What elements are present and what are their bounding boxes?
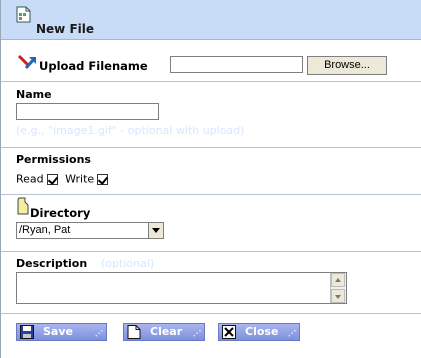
read-label: Read — [16, 172, 44, 186]
upload-arrow-icon — [17, 54, 37, 70]
close-label: Close — [245, 325, 279, 338]
button-bar: Save ⋰ Clear ⋰ Close ⋰ — [1, 314, 421, 358]
close-x-icon — [222, 325, 236, 339]
upload-filename-input[interactable] — [170, 56, 303, 73]
chevron-down-icon[interactable] — [148, 223, 163, 238]
grip-icon: ⋰ — [288, 329, 296, 338]
close-button[interactable]: Close ⋰ — [218, 323, 300, 341]
directory-label: Directory — [30, 206, 91, 220]
write-label: Write — [65, 172, 95, 186]
read-checkbox[interactable] — [46, 173, 58, 185]
upload-filename-label: Upload Filename — [39, 59, 148, 73]
name-label: Name — [16, 88, 52, 101]
name-section: Name (e.g., "image1.gif" - optional with… — [1, 82, 421, 148]
write-checkbox[interactable] — [97, 173, 109, 185]
description-section: Description (optional) — [1, 252, 421, 314]
name-hint: (e.g., "image1.gif" - optional with uplo… — [16, 124, 245, 137]
floppy-disk-icon — [20, 325, 34, 339]
clear-label: Clear — [150, 325, 183, 338]
browse-button[interactable]: Browse... — [307, 56, 387, 75]
grip-icon: ⋰ — [95, 329, 103, 338]
scroll-up-icon[interactable] — [331, 273, 345, 287]
permissions-row: Read Write — [16, 172, 112, 186]
grip-icon: ⋰ — [193, 329, 201, 338]
save-label: Save — [43, 325, 73, 338]
save-button[interactable]: Save ⋰ — [16, 323, 107, 341]
clear-button[interactable]: Clear ⋰ — [123, 323, 205, 341]
permissions-label: Permissions — [16, 153, 91, 166]
description-hint: (optional) — [101, 257, 155, 270]
directory-selected-value: /Ryan, Pat — [19, 224, 71, 236]
scroll-down-icon[interactable] — [331, 289, 345, 303]
permissions-section: Permissions Read Write — [1, 148, 421, 195]
upload-section: Upload Filename Browse... — [1, 40, 421, 82]
description-scrollbar[interactable] — [330, 273, 346, 303]
blank-page-icon — [127, 325, 141, 339]
description-textarea[interactable] — [16, 272, 347, 304]
folder-tag-icon — [17, 197, 29, 215]
name-input[interactable] — [16, 103, 159, 120]
directory-select[interactable]: /Ryan, Pat — [16, 222, 164, 239]
directory-section: Directory /Ryan, Pat — [1, 195, 421, 252]
file-icon — [16, 6, 31, 23]
new-file-dialog: New File Upload Filename Browse... Name … — [0, 0, 421, 358]
title-bar: New File — [1, 0, 421, 40]
page-title: New File — [36, 22, 95, 36]
description-label: Description — [16, 257, 88, 270]
